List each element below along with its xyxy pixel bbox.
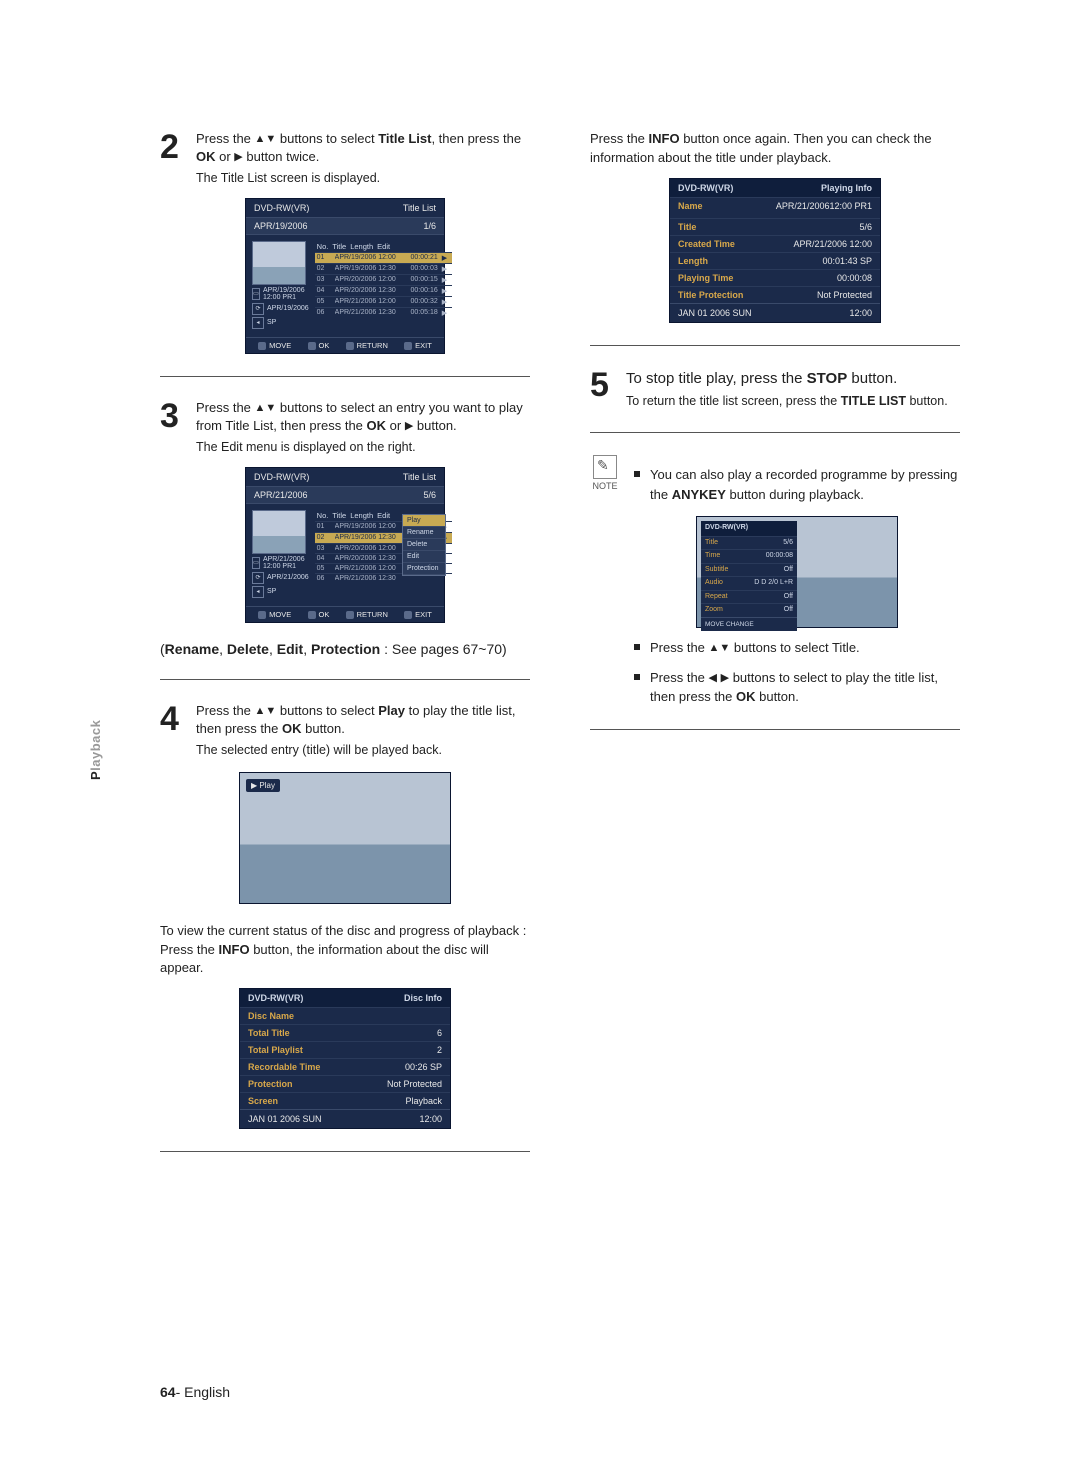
up-icon	[255, 134, 266, 145]
up-icon	[255, 403, 266, 414]
divider	[160, 376, 530, 377]
divider	[590, 345, 960, 346]
left-icon	[709, 673, 717, 684]
anykey-screen: DVD-RW(VR) Title5/6 Time00:00:08 Subtitl…	[696, 516, 898, 628]
list-item: 02APR/19/2006 12:3000:00:03▶	[315, 263, 452, 274]
thumbnail	[252, 510, 306, 554]
page-number: 64- English	[160, 1384, 230, 1400]
step-text: Press the buttons to select Play to play…	[196, 702, 530, 760]
edit-options-note: (Rename, Delete, Edit, Protection : See …	[160, 641, 530, 657]
up-icon	[709, 643, 720, 654]
title-list: No.TitleLengthEdit 01APR/19/2006 12:0000…	[315, 241, 452, 331]
playing-info-panel: DVD-RW(VR)Playing Info NameAPR/21/200612…	[669, 178, 881, 323]
step-subtext: The Edit menu is displayed on the right.	[196, 439, 530, 457]
step-number: 2	[160, 130, 188, 188]
osd-title-list-1: DVD-RW(VR)Title List APR/19/20061/6 ▭APR…	[245, 198, 445, 354]
step-5: 5 To stop title play, press the STOP but…	[590, 368, 960, 411]
step-text: Press the buttons to select Title List, …	[196, 130, 530, 188]
right-column: Press the INFO button once again. Then y…	[590, 130, 960, 1174]
list-item: 04APR/20/2006 12:3000:00:16▶	[315, 285, 452, 296]
play-icon	[234, 152, 242, 163]
side-tab: Playback	[88, 720, 103, 780]
step-number: 3	[160, 399, 188, 457]
playback-screen: ▶ Play	[239, 772, 451, 904]
info-instruction: To view the current status of the disc a…	[160, 922, 530, 979]
divider	[160, 1151, 530, 1152]
divider	[590, 432, 960, 433]
list-item: 01APR/19/2006 12:0000:00:21▶	[315, 252, 452, 263]
step-4: 4 Press the buttons to select Play to pl…	[160, 702, 530, 760]
divider	[590, 729, 960, 730]
left-column: 2 Press the buttons to select Title List…	[160, 130, 530, 1174]
note-block: NOTE You can also play a recorded progra…	[590, 455, 960, 707]
right-icon	[721, 673, 729, 684]
step-3: 3 Press the buttons to select an entry y…	[160, 399, 530, 457]
step-2: 2 Press the buttons to select Title List…	[160, 130, 530, 188]
thumbnail	[252, 241, 306, 285]
play-indicator: ▶ Play	[246, 779, 280, 792]
divider	[160, 679, 530, 680]
step-number: 5	[590, 368, 618, 411]
up-icon	[255, 706, 266, 717]
step-number: 4	[160, 702, 188, 760]
osd-title-list-2: DVD-RW(VR)Title List APR/21/20065/6 ▭APR…	[245, 467, 445, 623]
step-subtext: The selected entry (title) will be playe…	[196, 742, 530, 760]
list-item: 05APR/21/2006 12:0000:00:32▶	[315, 296, 452, 307]
note-icon: NOTE	[590, 455, 620, 707]
step-subtext: To return the title list screen, press t…	[626, 393, 960, 411]
down-icon	[719, 643, 730, 654]
down-icon	[265, 134, 276, 145]
down-icon	[265, 706, 276, 717]
step-subtext: The Title List screen is displayed.	[196, 170, 530, 188]
disc-info-panel: DVD-RW(VR)Disc Info Disc Name Total Titl…	[239, 988, 451, 1129]
down-icon	[265, 403, 276, 414]
step-text: Press the buttons to select an entry you…	[196, 399, 530, 457]
note-text: You can also play a recorded programme b…	[634, 465, 960, 504]
note-bullet-2: Press the buttons to select to play the …	[634, 668, 960, 707]
info-again-text: Press the INFO button once again. Then y…	[590, 130, 960, 168]
step-text: To stop title play, press the STOP butto…	[626, 368, 960, 411]
list-item: 03APR/20/2006 12:0000:00:15▶	[315, 274, 452, 285]
list-item: 06APR/21/2006 12:3000:05:18▶	[315, 307, 452, 318]
context-menu: Play Rename Delete Edit Protection	[402, 514, 446, 576]
note-bullet-1: Press the buttons to select Title.	[634, 638, 960, 658]
